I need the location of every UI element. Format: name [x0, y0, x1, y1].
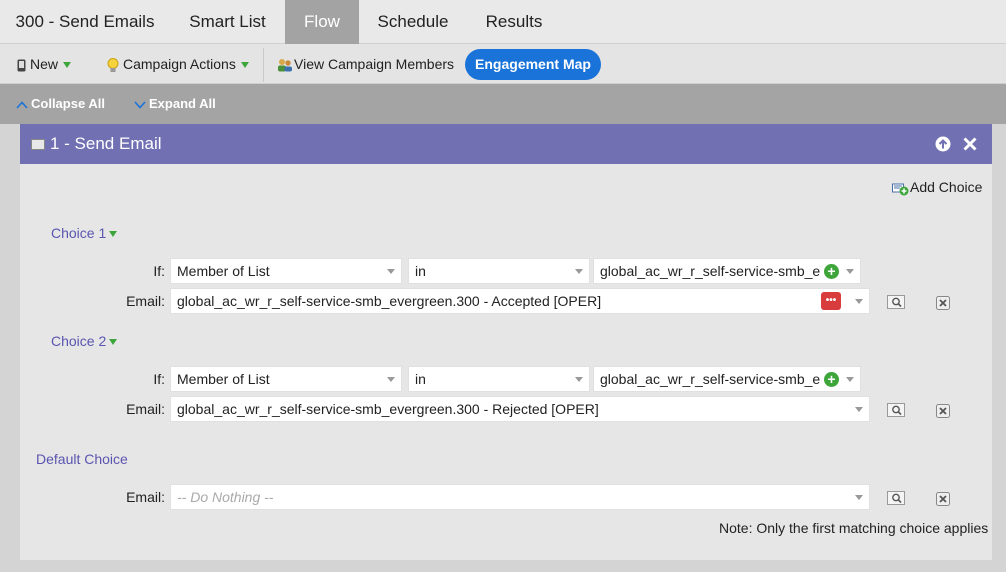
- choice-1-operator-select[interactable]: in: [408, 258, 590, 284]
- new-menu[interactable]: New: [17, 44, 72, 84]
- flow-step-panel: 1 - Send Email Add Choice Choice 1 If: M…: [20, 124, 992, 560]
- flow-step-header: 1 - Send Email: [20, 124, 992, 164]
- choice-note: Note: Only the first matching choice app…: [719, 520, 989, 536]
- tab-smart-list[interactable]: Smart List: [170, 0, 285, 44]
- choice-1-label[interactable]: Choice 1: [51, 225, 118, 241]
- view-campaign-members-button[interactable]: View Campaign Members: [277, 44, 454, 84]
- tab-schedule[interactable]: Schedule: [359, 0, 467, 44]
- choice-2-operator-value: in: [415, 371, 426, 387]
- if-label: If:: [153, 263, 165, 279]
- choice-1-list-select[interactable]: global_ac_wr_r_self-service-smb_e +: [593, 258, 861, 284]
- add-choice-button[interactable]: Add Choice: [892, 179, 982, 196]
- choice-2-list-select[interactable]: global_ac_wr_r_self-service-smb_e +: [593, 366, 861, 392]
- engagement-map-button[interactable]: Engagement Map: [465, 49, 601, 80]
- tab-results[interactable]: Results: [467, 0, 561, 44]
- chevron-down-icon: [855, 407, 863, 412]
- choice-1-condition-value: Member of List: [177, 263, 270, 279]
- choice-1-condition-select[interactable]: Member of List: [170, 258, 402, 284]
- choice-2-email-select[interactable]: global_ac_wr_r_self-service-smb_evergree…: [170, 396, 870, 422]
- campaign-actions-menu[interactable]: Campaign Actions: [107, 44, 249, 84]
- default-choice-label: Default Choice: [36, 451, 128, 467]
- choice-2-condition-value: Member of List: [177, 371, 270, 387]
- phone-icon: [17, 59, 26, 72]
- campaign-actions-label: Campaign Actions: [123, 56, 236, 72]
- toolbar-divider: [263, 48, 264, 82]
- more-options-icon[interactable]: •••: [821, 292, 841, 310]
- chevron-down-icon: [855, 299, 863, 304]
- chevron-down-icon: [240, 62, 249, 69]
- preview-icon[interactable]: [887, 403, 905, 417]
- choice-2-email-value: global_ac_wr_r_self-service-smb_evergree…: [177, 401, 599, 417]
- collapse-all-button[interactable]: Collapse All: [16, 84, 105, 124]
- choice-1-email-select[interactable]: global_ac_wr_r_self-service-smb_evergree…: [170, 288, 870, 314]
- flow-step-title: 1 - Send Email: [50, 134, 162, 153]
- people-icon: [278, 59, 292, 72]
- preview-icon[interactable]: [887, 295, 905, 309]
- email-step-icon: [31, 139, 45, 150]
- collapse-expand-bar: Collapse All Expand All: [0, 84, 1006, 124]
- collapse-all-label: Collapse All: [31, 96, 105, 111]
- choice-2-operator-select[interactable]: in: [408, 366, 590, 392]
- delete-icon[interactable]: [936, 296, 950, 310]
- move-up-icon[interactable]: [935, 136, 951, 152]
- default-email-select[interactable]: -- Do Nothing --: [170, 484, 870, 510]
- tab-flow[interactable]: Flow: [285, 0, 359, 44]
- chevron-down-icon: [846, 377, 854, 382]
- choice-1-label-text: Choice 1: [51, 225, 107, 241]
- delete-icon[interactable]: [936, 492, 950, 506]
- new-menu-label: New: [30, 56, 59, 72]
- choice-2-condition-select[interactable]: Member of List: [170, 366, 402, 392]
- email-label: Email:: [126, 401, 165, 417]
- choice-1-email-value: global_ac_wr_r_self-service-smb_evergree…: [177, 293, 602, 309]
- choice-2-list-value: global_ac_wr_r_self-service-smb_e: [600, 371, 821, 387]
- chevron-down-icon: [575, 269, 583, 274]
- campaign-tabbar: 300 - Send Emails Smart List Flow Schedu…: [0, 0, 1006, 44]
- tab-campaign-name[interactable]: 300 - Send Emails: [0, 0, 170, 44]
- chevron-down-icon: [109, 339, 118, 346]
- preview-icon[interactable]: [887, 491, 905, 505]
- delete-icon[interactable]: [936, 404, 950, 418]
- default-email-placeholder: -- Do Nothing --: [177, 489, 274, 505]
- add-icon[interactable]: +: [824, 372, 839, 387]
- lightbulb-icon: [107, 57, 119, 72]
- close-icon[interactable]: [962, 136, 978, 152]
- expand-all-label: Expand All: [149, 96, 216, 111]
- choice-1-list-value: global_ac_wr_r_self-service-smb_e: [600, 263, 821, 279]
- choice-2-label-text: Choice 2: [51, 333, 107, 349]
- add-choice-icon: [892, 183, 909, 196]
- triangle-up-icon: [16, 100, 28, 109]
- chevron-down-icon: [387, 377, 395, 382]
- add-icon[interactable]: +: [824, 264, 839, 279]
- add-choice-label: Add Choice: [910, 179, 983, 195]
- choice-1-operator-value: in: [415, 263, 426, 279]
- choice-2-label[interactable]: Choice 2: [51, 333, 118, 349]
- view-campaign-members-label: View Campaign Members: [294, 56, 455, 72]
- chevron-down-icon: [855, 495, 863, 500]
- if-label: If:: [153, 371, 165, 387]
- chevron-down-icon: [575, 377, 583, 382]
- triangle-down-icon: [134, 101, 146, 109]
- chevron-down-icon: [63, 62, 72, 69]
- chevron-down-icon: [846, 269, 854, 274]
- chevron-down-icon: [387, 269, 395, 274]
- email-label: Email:: [126, 293, 165, 309]
- expand-all-button[interactable]: Expand All: [134, 84, 216, 124]
- chevron-down-icon: [109, 231, 118, 238]
- email-label: Email:: [126, 489, 165, 505]
